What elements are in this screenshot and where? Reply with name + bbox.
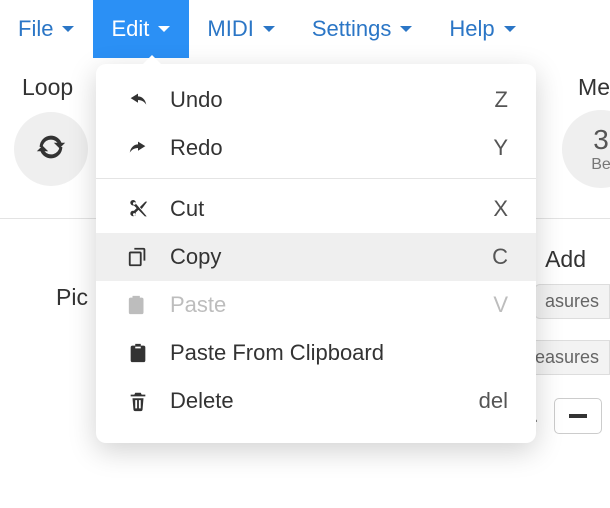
menu-item-cut[interactable]: Cut X	[96, 185, 536, 233]
menu-item-shortcut: X	[493, 196, 508, 222]
right-header-fragment: Me	[578, 74, 610, 101]
undo-icon	[120, 89, 156, 111]
menu-item-copy[interactable]: Copy C	[96, 233, 536, 281]
menu-item-delete[interactable]: Delete del	[96, 377, 536, 425]
menu-midi-label: MIDI	[207, 16, 253, 42]
menu-item-paste: Paste V	[96, 281, 536, 329]
caret-down-icon	[157, 24, 171, 34]
menu-item-paste-clipboard[interactable]: Paste From Clipboard	[96, 329, 536, 377]
menu-midi[interactable]: MIDI	[189, 0, 293, 58]
menu-help[interactable]: Help	[431, 0, 534, 58]
redo-icon	[120, 137, 156, 159]
meter-main: 3	[593, 124, 609, 156]
trash-icon	[120, 390, 156, 412]
edit-dropdown: Undo Z Redo Y Cut X Copy C Paste V	[96, 64, 536, 443]
menu-item-label: Delete	[170, 388, 467, 414]
menu-item-shortcut: V	[493, 292, 508, 318]
menu-item-shortcut: Y	[493, 135, 508, 161]
minus-icon	[569, 414, 587, 418]
clipboard-icon	[120, 342, 156, 364]
menu-item-label: Undo	[170, 87, 483, 113]
paste-icon	[120, 294, 156, 316]
menu-item-shortcut: C	[492, 244, 508, 270]
menu-help-label: Help	[449, 16, 494, 42]
caret-down-icon	[503, 24, 517, 34]
pickup-label-fragment: Pic	[56, 284, 88, 311]
meter-sub: Be	[591, 156, 610, 174]
menu-item-label: Cut	[170, 196, 481, 222]
measures-pill-2[interactable]: easures	[524, 340, 610, 375]
menu-settings[interactable]: Settings	[294, 0, 432, 58]
menu-item-redo[interactable]: Redo Y	[96, 124, 536, 172]
decrement-button[interactable]	[554, 398, 602, 434]
menu-edit[interactable]: Edit	[93, 0, 189, 58]
copy-icon	[120, 246, 156, 268]
menu-item-shortcut: Z	[495, 87, 508, 113]
meter-button[interactable]: 3 Be	[562, 110, 610, 188]
menu-separator	[96, 178, 536, 179]
loop-button[interactable]	[14, 112, 88, 186]
menu-file[interactable]: File	[0, 0, 93, 58]
menu-edit-label: Edit	[111, 16, 149, 42]
menu-item-label: Paste	[170, 292, 481, 318]
caret-down-icon	[61, 24, 75, 34]
caret-down-icon	[262, 24, 276, 34]
add-label: Add	[545, 246, 586, 273]
caret-down-icon	[399, 24, 413, 34]
refresh-icon	[34, 130, 68, 169]
menu-item-label: Redo	[170, 135, 481, 161]
loop-label: Loop	[22, 74, 73, 101]
scissors-icon	[120, 198, 156, 220]
dropdown-pointer	[140, 54, 164, 66]
menu-item-label: Paste From Clipboard	[170, 340, 496, 366]
menu-item-shortcut: del	[479, 388, 508, 414]
menu-file-label: File	[18, 16, 53, 42]
menu-item-label: Copy	[170, 244, 480, 270]
menu-settings-label: Settings	[312, 16, 392, 42]
measures-pill-1[interactable]: asures	[534, 284, 610, 319]
menu-item-undo[interactable]: Undo Z	[96, 76, 536, 124]
menubar: File Edit MIDI Settings Help	[0, 0, 610, 58]
